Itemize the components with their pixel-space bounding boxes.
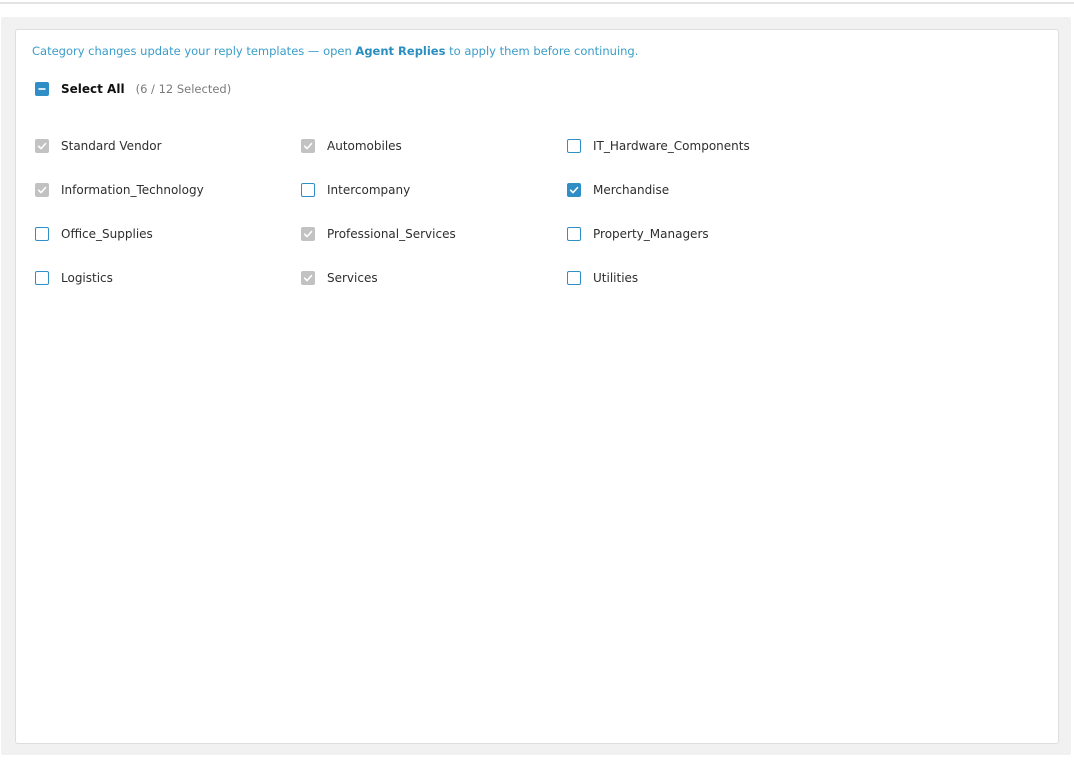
category-label: Intercompany (327, 183, 411, 197)
category-checkbox[interactable] (567, 227, 581, 241)
notice-prefix: Category changes update your reply templ… (32, 44, 356, 58)
check-icon (303, 230, 313, 238)
category-checkbox[interactable] (35, 271, 49, 285)
category-label: Professional_Services (327, 227, 456, 241)
category-option[interactable]: Standard Vendor (35, 139, 162, 153)
category-label: Information_Technology (61, 183, 204, 197)
category-checkbox[interactable] (35, 227, 49, 241)
category-label: Merchandise (593, 183, 670, 197)
category-option[interactable]: Property_Managers (567, 227, 709, 241)
category-option[interactable]: Logistics (35, 271, 113, 285)
notice-suffix: to apply them before continuing. (445, 44, 639, 58)
category-option[interactable]: IT_Hardware_Components (567, 139, 750, 153)
category-checkbox[interactable] (301, 183, 315, 197)
category-checkbox (301, 271, 315, 285)
category-option[interactable]: Services (301, 271, 378, 285)
category-option[interactable]: Information_Technology (35, 183, 204, 197)
category-label: IT_Hardware_Components (593, 139, 750, 153)
category-card: Category changes update your reply templ… (15, 29, 1059, 744)
check-icon (303, 142, 313, 150)
category-option[interactable]: Office_Supplies (35, 227, 153, 241)
minus-icon (38, 88, 46, 90)
category-checkbox (301, 139, 315, 153)
agent-replies-link[interactable]: Agent Replies (355, 44, 445, 58)
category-label: Standard Vendor (61, 139, 162, 153)
category-option[interactable]: Automobiles (301, 139, 402, 153)
category-option[interactable]: Intercompany (301, 183, 410, 197)
category-checkbox (35, 139, 49, 153)
category-checkbox (35, 183, 49, 197)
category-label: Office_Supplies (61, 227, 153, 241)
category-label: Automobiles (327, 139, 402, 153)
check-icon (569, 186, 579, 194)
category-checkbox (301, 227, 315, 241)
category-checkbox[interactable] (567, 139, 581, 153)
category-label: Logistics (61, 271, 113, 285)
check-icon (37, 186, 47, 194)
reply-templates-notice: Category changes update your reply templ… (32, 44, 638, 58)
category-label: Services (327, 271, 378, 285)
category-label: Property_Managers (593, 227, 709, 241)
category-option[interactable]: Merchandise (567, 183, 669, 197)
category-option[interactable]: Professional_Services (301, 227, 456, 241)
check-icon (37, 142, 47, 150)
selected-count: (6 / 12 Selected) (135, 82, 232, 96)
top-divider (0, 2, 1074, 4)
select-all-checkbox[interactable] (35, 82, 49, 96)
select-all-label: Select All (61, 82, 125, 96)
check-icon (303, 274, 313, 282)
select-all-row[interactable]: Select All (6 / 12 Selected) (35, 82, 231, 96)
category-checkbox[interactable] (567, 271, 581, 285)
category-label: Utilities (593, 271, 639, 285)
category-checkbox[interactable] (567, 183, 581, 197)
category-option[interactable]: Utilities (567, 271, 638, 285)
